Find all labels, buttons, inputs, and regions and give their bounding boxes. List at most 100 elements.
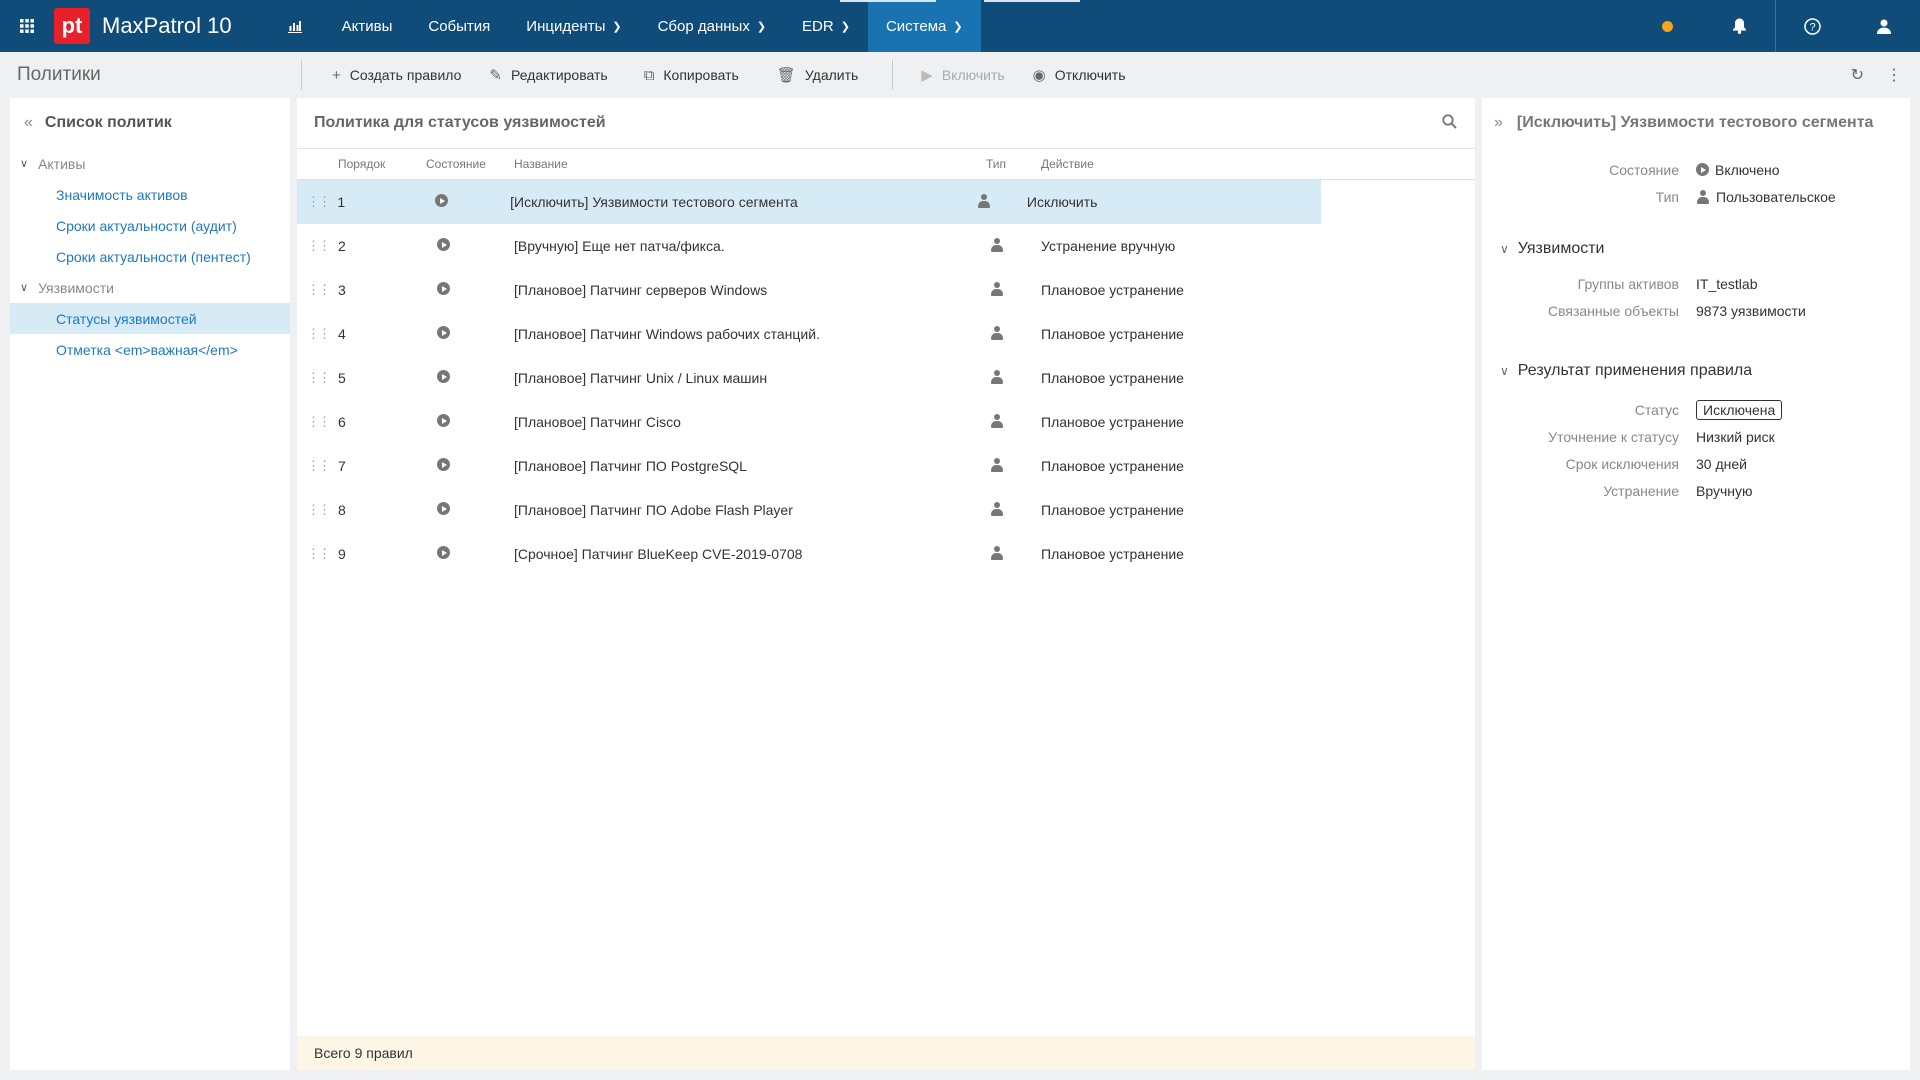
drag-handle-icon[interactable]: ⋮⋮: [297, 238, 338, 254]
collapse-left-icon[interactable]: «: [24, 114, 33, 132]
row-name: [Вручную] Еще нет патча/фикса.: [514, 238, 725, 254]
detail-type: Тип Пользовательское: [1655, 188, 1836, 205]
dashboard-icon[interactable]: [266, 0, 324, 52]
drag-handle-icon[interactable]: ⋮⋮: [297, 370, 338, 386]
drag-handle-icon[interactable]: ⋮⋮: [297, 326, 338, 342]
row-state: [426, 370, 514, 386]
person-icon: [990, 281, 1004, 296]
enable-button[interactable]: ▶ Включить: [921, 66, 1004, 84]
table-row[interactable]: ⋮⋮ 5 [Плановое] Патчинг Unix / Linux машин…: [297, 356, 1475, 400]
bell-icon[interactable]: [1703, 0, 1775, 52]
top-header: pt MaxPatrol 10 Активы События Инциденты…: [0, 0, 1920, 52]
row-name: [Срочное] Патчинг BlueKeep CVE-2019-0708: [514, 546, 803, 562]
section-vulnerabilities[interactable]: ∨ Уязвимости: [1482, 228, 1910, 270]
drag-handle-icon[interactable]: ⋮⋮: [297, 414, 338, 430]
drag-handle-icon[interactable]: ⋮⋮: [297, 546, 338, 562]
tab-indicator: [984, 0, 1080, 2]
pencil-icon: ✎: [489, 67, 502, 84]
edit-button[interactable]: ✎ Редактировать: [489, 66, 607, 84]
tree-item-relevance-audit[interactable]: Сроки актуальности (аудит): [10, 210, 290, 241]
person-icon: [990, 325, 1004, 340]
tree-item-vuln-statuses[interactable]: Статусы уязвимостей: [10, 303, 290, 334]
collapse-right-icon[interactable]: »: [1494, 114, 1503, 132]
column-name[interactable]: Название: [514, 157, 986, 171]
trash-icon: 🗑: [776, 67, 796, 84]
refresh-icon[interactable]: ↻: [1851, 65, 1864, 85]
stop-icon: ◉: [1032, 67, 1046, 84]
nav-system[interactable]: Система ❯: [867, 0, 981, 52]
toolbar: Политики + Создать правило ✎ Редактировать…: [0, 52, 1920, 98]
tree-group-assets[interactable]: ∨ Активы: [10, 148, 290, 179]
person-icon: [990, 501, 1004, 516]
row-type: [986, 237, 1041, 255]
play-circle-icon: [437, 326, 450, 339]
table-body: ⋮⋮ 1 [Исключить] Уязвимости тестового сегм…: [297, 180, 1475, 576]
row-order: 2: [338, 238, 346, 254]
logo[interactable]: pt: [54, 8, 90, 44]
nav-assets[interactable]: Активы: [324, 0, 411, 52]
tree-item-important-mark[interactable]: Отметка <em>важная</em>: [10, 334, 290, 365]
detail-exclusion-term: Срок исключения 30 дней: [1565, 455, 1747, 472]
play-circle-icon: [437, 238, 450, 251]
table-row[interactable]: ⋮⋮ 8 [Плановое] Патчинг ПО Adobe Flash Pla…: [297, 488, 1475, 532]
table-row[interactable]: ⋮⋮ 7 [Плановое] Патчинг ПО PostgreSQL Плано…: [297, 444, 1475, 488]
row-action: Плановое устранение: [1041, 414, 1184, 430]
play-circle-icon: [437, 370, 450, 383]
detail-remediation: Устранение Вручную: [1603, 482, 1753, 499]
chevron-down-icon: ∨: [20, 282, 29, 294]
drag-handle-icon[interactable]: ⋮⋮: [297, 194, 337, 210]
row-name: [Плановое] Патчинг Windows рабочих станц…: [514, 326, 820, 342]
apps-grid-icon[interactable]: [0, 0, 54, 52]
row-action: Плановое устранение: [1041, 326, 1184, 342]
nav-events[interactable]: События: [410, 0, 508, 52]
play-circle-icon: [437, 458, 450, 471]
chevron-down-icon: ❯: [953, 20, 963, 33]
tree-item-relevance-pentest[interactable]: Сроки актуальности (пентест): [10, 241, 290, 272]
chevron-down-icon: ∨: [20, 158, 29, 170]
row-name: [Исключить] Уязвимости тестового сегмент…: [510, 194, 798, 210]
table-footer: Всего 9 правил: [297, 1036, 1475, 1070]
copy-button[interactable]: ⧉ Копировать: [644, 67, 739, 84]
row-order: 7: [338, 458, 346, 474]
row-action: Плановое устранение: [1041, 458, 1184, 474]
user-icon[interactable]: [1848, 0, 1920, 52]
section-rule-result[interactable]: ∨ Результат применения правила: [1482, 350, 1910, 392]
nav-edr[interactable]: EDR ❯: [784, 0, 868, 52]
tree-group-vulnerabilities[interactable]: ∨ Уязвимости: [10, 272, 290, 303]
drag-handle-icon[interactable]: ⋮⋮: [297, 502, 338, 518]
nav-data-collection[interactable]: Сбор данных ❯: [640, 0, 784, 52]
nav-incidents[interactable]: Инциденты ❯: [508, 0, 639, 52]
create-rule-button[interactable]: + Создать правило: [332, 67, 461, 84]
toolbar-divider: [892, 60, 894, 90]
column-action[interactable]: Действие: [1041, 157, 1341, 171]
table-row[interactable]: ⋮⋮ 3 [Плановое] Патчинг серверов Windows Пл…: [297, 268, 1475, 312]
table-row[interactable]: ⋮⋮ 9 [Срочное] Патчинг BlueKeep CVE-2019-0…: [297, 532, 1475, 576]
row-order: 8: [338, 502, 346, 518]
row-state: [426, 238, 514, 254]
help-icon[interactable]: ?: [1775, 0, 1848, 52]
row-action: Плановое устранение: [1041, 370, 1184, 386]
more-vertical-icon[interactable]: ⋮: [1886, 65, 1902, 85]
details-header: » [Исключить] Уязвимости тестового сегме…: [1494, 114, 1874, 132]
copy-icon: ⧉: [643, 66, 655, 84]
drag-handle-icon[interactable]: ⋮⋮: [297, 282, 338, 298]
drag-handle-icon[interactable]: ⋮⋮: [297, 458, 338, 474]
disable-button[interactable]: ◉ Отключить: [1033, 66, 1126, 84]
search-icon[interactable]: [1442, 114, 1457, 133]
table-row[interactable]: ⋮⋮ 1 [Исключить] Уязвимости тестового сегм…: [297, 180, 1321, 224]
table-row[interactable]: ⋮⋮ 6 [Плановое] Патчинг Cisco Плановое устр…: [297, 400, 1475, 444]
column-state[interactable]: Состояние: [426, 157, 514, 171]
table-row[interactable]: ⋮⋮ 2 [Вручную] Еще нет патча/фикса. Устране…: [297, 224, 1475, 268]
person-icon: [1696, 189, 1710, 204]
status-indicator[interactable]: [1631, 0, 1703, 52]
delete-button[interactable]: 🗑 Удалить: [777, 66, 859, 84]
row-type: [986, 325, 1041, 343]
column-type[interactable]: Тип: [986, 157, 1041, 171]
chevron-down-icon: ❯: [612, 20, 622, 33]
person-icon: [990, 369, 1004, 384]
table-row[interactable]: ⋮⋮ 4 [Плановое] Патчинг Windows рабочих ст…: [297, 312, 1475, 356]
person-icon: [990, 237, 1004, 252]
detail-asset-groups: Группы активов IT_testlab: [1577, 275, 1758, 292]
column-order[interactable]: Порядок: [338, 157, 426, 171]
tree-item-asset-significance[interactable]: Значимость активов: [10, 179, 290, 210]
